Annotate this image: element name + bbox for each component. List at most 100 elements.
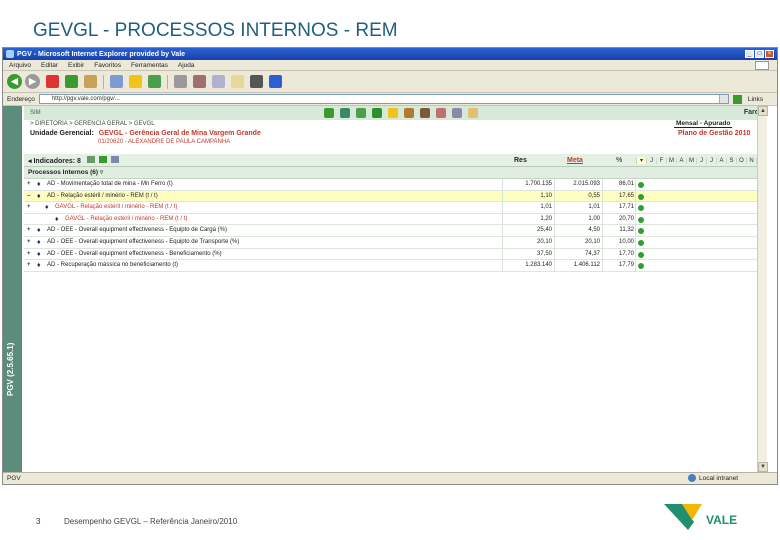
month-mar[interactable]: M — [666, 157, 676, 164]
month-jul[interactable]: J — [706, 157, 716, 164]
search-icon[interactable] — [110, 75, 123, 88]
forward-icon[interactable]: ▶ — [25, 74, 40, 89]
status-light-icon[interactable] — [638, 239, 644, 246]
indicator-result: 20,10 — [536, 238, 552, 245]
report-icon[interactable] — [404, 108, 414, 118]
refresh-icon[interactable] — [65, 75, 78, 88]
status-light-icon[interactable] — [638, 182, 644, 188]
expand-row-icon[interactable]: + — [27, 179, 31, 190]
status-light-icon[interactable] — [638, 193, 644, 200]
maximize-button[interactable]: □ — [755, 50, 764, 58]
address-dropdown-icon[interactable] — [718, 95, 728, 103]
indicator-name[interactable]: GAVGL - Relação estéril / minério - REM … — [55, 202, 177, 213]
alert-icon[interactable] — [388, 108, 398, 118]
column-divider — [502, 260, 503, 272]
cut-icon[interactable] — [193, 75, 206, 88]
status-light-icon[interactable] — [638, 216, 644, 223]
menu-arquivo[interactable]: Arquivo — [9, 62, 31, 69]
period-label[interactable]: Mensal - Apurado — [674, 120, 733, 128]
tools-icon[interactable] — [420, 108, 430, 118]
group-row[interactable]: Processos Internos (6) ▿ — [24, 167, 767, 179]
indicators-count[interactable]: ◂ Indicadores: 8 — [24, 155, 509, 165]
indicator-row[interactable]: + ♦ GAVGL - Relação estéril / minério - RE… — [24, 202, 767, 214]
column-divider — [635, 236, 636, 248]
indicator-name[interactable]: AD - Movimentação total de mina - Mn Fer… — [47, 179, 173, 190]
menu-ajuda[interactable]: Ajuda — [178, 62, 195, 69]
indicator-name[interactable]: AD - Recuperação mássica no beneficiamen… — [47, 260, 178, 271]
expand-row-icon[interactable]: + — [27, 249, 31, 260]
notes-icon[interactable] — [468, 108, 478, 118]
close-button[interactable]: × — [765, 50, 774, 58]
expand-row-icon[interactable]: + — [27, 202, 31, 213]
status-light-icon[interactable] — [638, 228, 644, 235]
home-icon[interactable] — [84, 75, 97, 88]
menu-favoritos[interactable]: Favoritos — [94, 62, 121, 69]
indicator-name[interactable]: AD - OEE - Overall equipment effectivene… — [47, 237, 239, 248]
go-icon[interactable] — [732, 94, 742, 104]
print-icon[interactable] — [174, 75, 187, 88]
month-aug[interactable]: A — [716, 157, 726, 164]
paste-icon[interactable] — [231, 75, 244, 88]
status-light-icon[interactable] — [638, 263, 644, 270]
print-small-icon[interactable] — [110, 155, 119, 163]
excel-icon[interactable] — [324, 108, 334, 118]
status-light-icon[interactable] — [638, 251, 644, 258]
breadcrumb[interactable]: > DIRETORIA > GERÊNCIA GERAL > GEVGL — [24, 120, 767, 129]
refresh-app-icon[interactable] — [340, 108, 350, 118]
menu-editar[interactable]: Editar — [41, 62, 58, 69]
menu-exibir[interactable]: Exibir — [68, 62, 84, 69]
expand-row-icon[interactable]: + — [27, 237, 31, 248]
filter-icon[interactable] — [436, 108, 446, 118]
column-pct[interactable]: % — [616, 157, 622, 164]
vertical-scrollbar[interactable]: ▲ ▼ — [757, 106, 768, 472]
indicator-name[interactable]: GAVGL - Relação estéril / minério - REM … — [65, 214, 187, 225]
scroll-up-icon[interactable]: ▲ — [758, 106, 768, 116]
indicator-row[interactable]: + ♦ AD - OEE - Overall equipment effective… — [24, 225, 767, 237]
filter-small-icon[interactable] — [86, 155, 95, 163]
scroll-down-icon[interactable]: ▼ — [758, 462, 768, 472]
grid-icon[interactable] — [452, 108, 462, 118]
month-jan[interactable]: J — [646, 157, 656, 164]
month-oct[interactable]: O — [736, 157, 746, 164]
security-zone: Local intranet — [688, 474, 738, 482]
indicator-name[interactable]: AD - OEE - Overall equipment effectivene… — [47, 249, 222, 260]
indicator-row[interactable]: ♦ GAVGL - Relação estéril / minério - REM… — [24, 213, 767, 226]
export-small-icon[interactable] — [98, 155, 107, 163]
indicator-row[interactable]: + ♦ AD - OEE - Overall equipment effective… — [24, 248, 767, 261]
indicator-name[interactable]: AD - Relação estéril / minério - REM (t … — [47, 191, 158, 202]
indicator-bullet-icon: ♦ — [37, 262, 41, 270]
history-icon[interactable] — [148, 75, 161, 88]
indicator-row[interactable]: + ♦ AD - Movimentação total de mina - Mn F… — [24, 179, 767, 191]
back-icon[interactable]: ◀ — [7, 74, 22, 89]
links-label[interactable]: Links — [748, 96, 763, 103]
chart-icon[interactable] — [372, 108, 382, 118]
column-res[interactable]: Res — [514, 157, 527, 164]
status-light-icon[interactable] — [638, 205, 644, 212]
favorites-icon[interactable] — [129, 75, 142, 88]
month-apr[interactable]: A — [676, 157, 686, 164]
collapse-row-icon[interactable]: – — [27, 191, 30, 202]
bluetooth-icon[interactable] — [269, 75, 282, 88]
expand-row-icon[interactable]: + — [27, 260, 31, 271]
indicator-row[interactable]: + ♦ AD - OEE - Overall equipment effective… — [24, 236, 767, 249]
browser-titlebar: PGV - Microsoft Internet Explorer provid… — [3, 48, 777, 60]
tree-icon[interactable] — [356, 108, 366, 118]
expand-row-icon[interactable]: + — [27, 225, 31, 236]
month-jun[interactable]: J — [696, 157, 706, 164]
indicator-row[interactable]: – ♦ AD - Relação estéril / minério - REM (… — [24, 190, 767, 203]
month-may[interactable]: M — [686, 157, 696, 164]
indicator-row[interactable]: + ♦ AD - Recuperação mássica no beneficiam… — [24, 260, 767, 272]
month-selected-marker[interactable]: ▾ — [636, 157, 646, 164]
research-icon[interactable] — [250, 75, 263, 88]
stop-icon[interactable] — [46, 75, 59, 88]
group-filter-icon[interactable]: ▿ — [100, 169, 103, 176]
month-feb[interactable]: F — [656, 157, 666, 164]
indicator-name[interactable]: AD - OEE - Overall equipment effectivene… — [47, 225, 227, 236]
minimize-button[interactable]: _ — [745, 50, 754, 58]
month-sep[interactable]: S — [726, 157, 736, 164]
copy-icon[interactable] — [212, 75, 225, 88]
menu-ferramentas[interactable]: Ferramentas — [131, 62, 168, 69]
month-nov[interactable]: N — [746, 157, 756, 164]
column-meta[interactable]: Meta — [567, 157, 583, 164]
address-input[interactable]: http://pgv.vale.com/pgv/... — [38, 94, 729, 104]
